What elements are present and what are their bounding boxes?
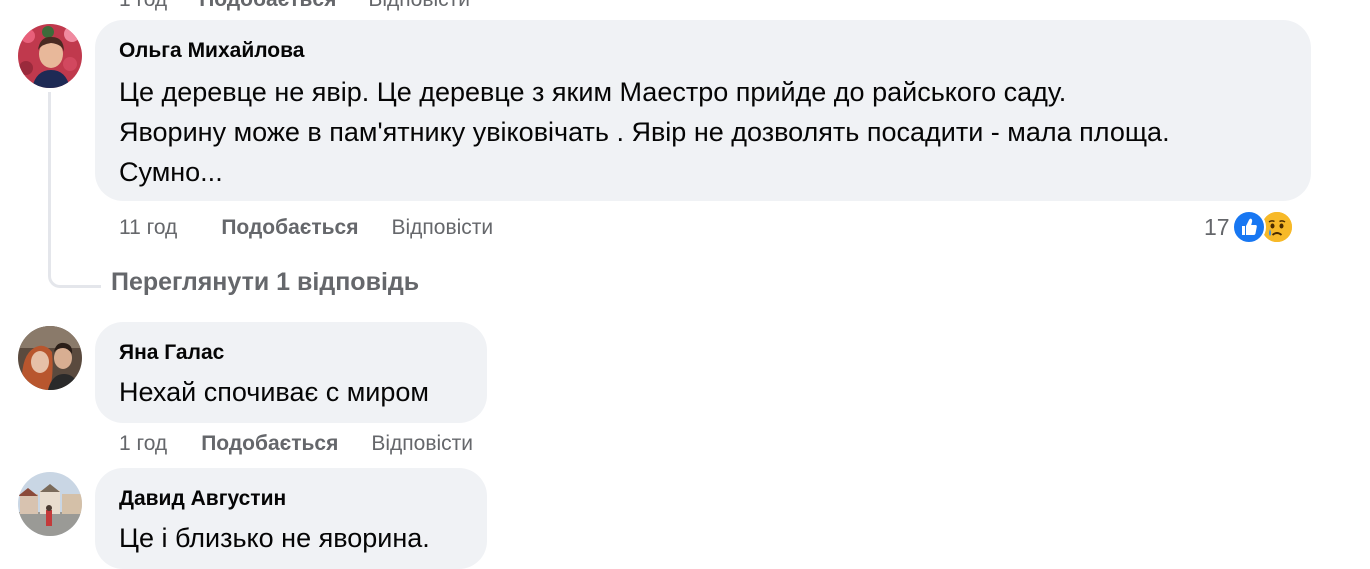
comment-text: Це і близько не яворина.	[119, 518, 463, 558]
avatar-photo	[18, 472, 82, 536]
comment-author[interactable]: Ольга Михайлова	[119, 38, 1287, 64]
comment-text-line: Це деревце не явір. Це деревце з яким Ма…	[119, 77, 1067, 107]
reply-button[interactable]: Відповісти	[392, 216, 494, 240]
comment-text: Це деревце не явір. Це деревце з яким Ма…	[119, 72, 1287, 192]
comment-text-line: Сумно...	[119, 157, 223, 187]
comment-author[interactable]: Яна Галас	[119, 340, 463, 366]
comment-actions: 11 год Подобається Відповісти	[119, 213, 493, 243]
avatar-photo	[18, 326, 82, 390]
reaction-summary[interactable]: 17	[1204, 209, 1294, 245]
reply-button[interactable]: Відповісти	[371, 432, 473, 456]
avatar[interactable]	[18, 24, 82, 88]
previous-comment-actions: 1 год Подобається Відповісти	[119, 0, 502, 12]
comment-bubble: Яна Галас Нехай спочиває с миром	[95, 322, 487, 423]
comment-time[interactable]: 1 год	[119, 0, 167, 12]
like-icon	[1231, 210, 1266, 244]
avatar[interactable]	[18, 472, 82, 536]
avatar[interactable]	[18, 326, 82, 390]
comment-bubble: Ольга Михайлова Це деревце не явір. Це д…	[95, 20, 1311, 201]
comment-time[interactable]: 11 год	[119, 216, 177, 240]
reaction-count: 17	[1204, 213, 1230, 240]
avatar-photo	[18, 24, 82, 88]
like-button[interactable]: Подобається	[201, 432, 338, 456]
view-replies-link[interactable]: Переглянути 1 відповідь	[111, 268, 419, 297]
comment-bubble: Давид Августин Це і близько не яворина.	[95, 468, 487, 569]
comment-text-line: Нехай спочиває с миром	[119, 377, 429, 407]
like-button[interactable]: Подобається	[199, 0, 336, 12]
like-button[interactable]: Подобається	[221, 216, 358, 240]
comment-author[interactable]: Давид Августин	[119, 486, 463, 512]
comment-time[interactable]: 1 год	[119, 432, 167, 456]
comment-text-line: Яворину може в пам'ятнику увіковічать . …	[119, 117, 1170, 147]
comment-text-line: Це і близько не яворина.	[119, 523, 430, 553]
comment-actions: 1 год Подобається Відповісти	[119, 429, 473, 459]
comment-text: Нехай спочиває с миром	[119, 372, 463, 412]
thread-line	[48, 92, 101, 288]
reply-button[interactable]: Відповісти	[368, 0, 470, 12]
